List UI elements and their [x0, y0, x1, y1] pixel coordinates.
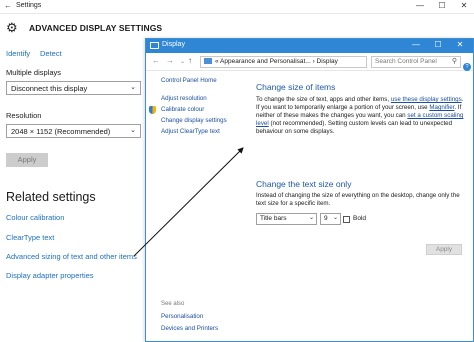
- page-title: ADVANCED DISPLAY SETTINGS: [29, 23, 163, 33]
- identify-link[interactable]: Identify: [6, 49, 30, 58]
- display-settings-link[interactable]: use these display settings: [391, 96, 462, 103]
- settings-apply-button[interactable]: Apply: [6, 153, 48, 167]
- minimize-icon[interactable]: —: [414, 1, 426, 10]
- settings-titlebar: ← Settings — ☐ ✕: [0, 0, 474, 14]
- nav-back-icon[interactable]: ←: [152, 56, 160, 65]
- sidebar-item-adjust-cleartype[interactable]: Adjust ClearType text: [161, 128, 220, 135]
- monitor-icon: [150, 42, 159, 49]
- sidebar-item-adjust-resolution[interactable]: Adjust resolution: [161, 95, 207, 102]
- recent-locations-icon[interactable]: ⌄: [180, 58, 185, 65]
- display-window-title: Display: [162, 41, 185, 48]
- magnifier-link[interactable]: Magnifier: [429, 104, 454, 111]
- back-arrow-icon[interactable]: ←: [4, 1, 12, 10]
- para-text: To change the size of text, apps and oth…: [256, 96, 391, 103]
- chevron-down-icon: ⌄: [332, 215, 338, 221]
- item-select[interactable]: Title bars ⌄: [256, 213, 317, 225]
- help-icon[interactable]: ?: [463, 63, 471, 71]
- resolution-value: 2048 × 1152 (Recommended): [11, 127, 111, 136]
- see-also-label: See also: [161, 301, 185, 307]
- item-select-value: Title bars: [260, 215, 287, 222]
- breadcrumb: « Appearance and Personalisat... › Displ…: [215, 58, 338, 65]
- display-titlebar: Display — ☐ ✕: [146, 39, 473, 53]
- address-bar[interactable]: « Appearance and Personalisat... › Displ…: [200, 56, 367, 68]
- resolution-label: Resolution: [6, 111, 42, 120]
- bold-checkbox[interactable]: [343, 216, 350, 223]
- bold-label: Bold: [353, 215, 367, 222]
- sidebar: Control Panel Home Adjust resolution Cal…: [146, 71, 246, 341]
- multiple-displays-value: Disconnect this display: [11, 84, 88, 93]
- chevron-down-icon: ⌄: [130, 127, 136, 134]
- nav-up-icon[interactable]: ↑: [188, 56, 192, 65]
- advanced-sizing-link[interactable]: Advanced sizing of text and other items: [6, 252, 137, 261]
- chevron-down-icon: ⌄: [130, 84, 136, 91]
- gear-icon: ⚙: [6, 20, 18, 35]
- search-icon: ⚲: [451, 58, 457, 65]
- colour-calibration-link[interactable]: Colour calibration: [6, 213, 64, 222]
- search-placeholder: Search Control Panel: [375, 58, 437, 65]
- sidebar-item-calibrate-colour[interactable]: Calibrate colour: [161, 106, 204, 113]
- chevron-down-icon: ⌄: [308, 215, 314, 221]
- para-text: (not recommended). Setting custom levels…: [256, 120, 453, 135]
- related-settings-heading: Related settings: [6, 190, 96, 204]
- minimize-icon[interactable]: —: [410, 40, 422, 49]
- change-size-description: To change the size of text, apps and oth…: [256, 96, 464, 136]
- search-input[interactable]: Search Control Panel ⚲: [371, 56, 461, 68]
- maximize-icon[interactable]: ☐: [432, 40, 444, 49]
- cleartype-text-link[interactable]: ClearType text: [6, 233, 54, 242]
- change-text-size-description: Instead of changing the size of everythi…: [256, 192, 460, 207]
- sidebar-item-personalisation[interactable]: Personalisation: [161, 313, 203, 320]
- control-panel-icon: [204, 58, 212, 64]
- maximize-icon[interactable]: ☐: [436, 1, 448, 10]
- multiple-displays-select[interactable]: Disconnect this display ⌄: [6, 81, 141, 95]
- change-text-size-heading: Change the text size only: [256, 179, 352, 189]
- sidebar-item-devices-printers[interactable]: Devices and Printers: [161, 325, 218, 332]
- sidebar-item-change-display-settings[interactable]: Change display settings: [161, 117, 227, 124]
- detect-link[interactable]: Detect: [40, 49, 62, 58]
- shield-icon: [149, 106, 156, 114]
- settings-window-title: Settings: [16, 2, 42, 9]
- sidebar-item-home[interactable]: Control Panel Home: [161, 77, 217, 84]
- display-adapter-properties-link[interactable]: Display adapter properties: [6, 271, 94, 280]
- close-icon[interactable]: ✕: [454, 40, 466, 49]
- size-select-value: 9: [324, 215, 328, 222]
- display-window: Display — ☐ ✕ ← → ⌄ ↑ « Appearance and P…: [145, 38, 474, 342]
- multiple-displays-label: Multiple displays: [6, 68, 62, 77]
- main-content: Change size of items To change the size …: [246, 71, 473, 341]
- display-apply-button[interactable]: Apply: [426, 244, 462, 255]
- size-select[interactable]: 9 ⌄: [320, 213, 341, 225]
- nav-forward-icon[interactable]: →: [166, 56, 174, 65]
- navigation-bar: ← → ⌄ ↑ « Appearance and Personalisat...…: [146, 53, 473, 71]
- change-size-heading: Change size of items: [256, 82, 336, 92]
- close-icon[interactable]: ✕: [458, 1, 470, 10]
- resolution-select[interactable]: 2048 × 1152 (Recommended) ⌄: [6, 124, 141, 138]
